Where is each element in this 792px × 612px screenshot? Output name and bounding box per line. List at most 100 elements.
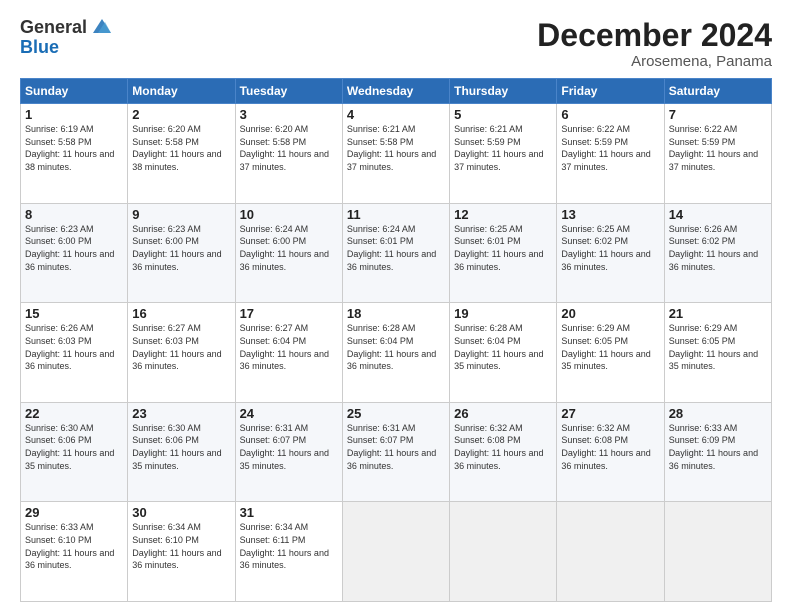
cell-info: Sunrise: 6:34 AM Sunset: 6:11 PM Dayligh… [240, 521, 338, 571]
sunrise-text: Sunrise: 6:20 AM [240, 124, 309, 134]
sunrise-text: Sunrise: 6:33 AM [669, 423, 738, 433]
sunrise-text: Sunrise: 6:27 AM [240, 323, 309, 333]
calendar-week-1: 1 Sunrise: 6:19 AM Sunset: 5:58 PM Dayli… [21, 104, 772, 204]
calendar-cell: 16 Sunrise: 6:27 AM Sunset: 6:03 PM Dayl… [128, 303, 235, 403]
cell-info: Sunrise: 6:24 AM Sunset: 6:00 PM Dayligh… [240, 223, 338, 273]
sunrise-text: Sunrise: 6:32 AM [454, 423, 523, 433]
daylight-text: Daylight: 11 hours and 36 minutes. [347, 249, 436, 272]
sunrise-text: Sunrise: 6:22 AM [669, 124, 738, 134]
daylight-text: Daylight: 11 hours and 35 minutes. [25, 448, 114, 471]
sunrise-text: Sunrise: 6:26 AM [669, 224, 738, 234]
cell-info: Sunrise: 6:27 AM Sunset: 6:03 PM Dayligh… [132, 322, 230, 372]
day-number: 22 [25, 406, 123, 421]
calendar-cell: 4 Sunrise: 6:21 AM Sunset: 5:58 PM Dayli… [342, 104, 449, 204]
sunrise-text: Sunrise: 6:30 AM [25, 423, 94, 433]
col-thursday: Thursday [450, 79, 557, 104]
calendar-cell: 9 Sunrise: 6:23 AM Sunset: 6:00 PM Dayli… [128, 203, 235, 303]
sunset-text: Sunset: 6:04 PM [347, 336, 414, 346]
calendar-cell: 24 Sunrise: 6:31 AM Sunset: 6:07 PM Dayl… [235, 402, 342, 502]
col-wednesday: Wednesday [342, 79, 449, 104]
sunrise-text: Sunrise: 6:27 AM [132, 323, 201, 333]
day-number: 16 [132, 306, 230, 321]
cell-info: Sunrise: 6:28 AM Sunset: 6:04 PM Dayligh… [347, 322, 445, 372]
daylight-text: Daylight: 11 hours and 36 minutes. [132, 349, 221, 372]
day-number: 4 [347, 107, 445, 122]
sunset-text: Sunset: 6:03 PM [25, 336, 92, 346]
sunset-text: Sunset: 5:59 PM [561, 137, 628, 147]
day-number: 27 [561, 406, 659, 421]
daylight-text: Daylight: 11 hours and 38 minutes. [25, 149, 114, 172]
sunrise-text: Sunrise: 6:25 AM [454, 224, 523, 234]
cell-info: Sunrise: 6:30 AM Sunset: 6:06 PM Dayligh… [132, 422, 230, 472]
sunset-text: Sunset: 6:06 PM [25, 435, 92, 445]
day-number: 23 [132, 406, 230, 421]
calendar-cell: 29 Sunrise: 6:33 AM Sunset: 6:10 PM Dayl… [21, 502, 128, 602]
sunset-text: Sunset: 6:00 PM [132, 236, 199, 246]
daylight-text: Daylight: 11 hours and 36 minutes. [347, 349, 436, 372]
sunset-text: Sunset: 6:08 PM [561, 435, 628, 445]
calendar-cell: 8 Sunrise: 6:23 AM Sunset: 6:00 PM Dayli… [21, 203, 128, 303]
logo: General Blue [20, 18, 113, 58]
cell-info: Sunrise: 6:23 AM Sunset: 6:00 PM Dayligh… [132, 223, 230, 273]
logo-icon [91, 15, 113, 37]
col-monday: Monday [128, 79, 235, 104]
cell-info: Sunrise: 6:29 AM Sunset: 6:05 PM Dayligh… [669, 322, 767, 372]
calendar-header-row: Sunday Monday Tuesday Wednesday Thursday… [21, 79, 772, 104]
calendar-cell: 26 Sunrise: 6:32 AM Sunset: 6:08 PM Dayl… [450, 402, 557, 502]
calendar-cell [664, 502, 771, 602]
sunset-text: Sunset: 5:59 PM [454, 137, 521, 147]
cell-info: Sunrise: 6:29 AM Sunset: 6:05 PM Dayligh… [561, 322, 659, 372]
sunset-text: Sunset: 6:02 PM [561, 236, 628, 246]
daylight-text: Daylight: 11 hours and 38 minutes. [132, 149, 221, 172]
sunrise-text: Sunrise: 6:20 AM [132, 124, 201, 134]
sunrise-text: Sunrise: 6:34 AM [132, 522, 201, 532]
calendar-week-4: 22 Sunrise: 6:30 AM Sunset: 6:06 PM Dayl… [21, 402, 772, 502]
calendar-cell: 12 Sunrise: 6:25 AM Sunset: 6:01 PM Dayl… [450, 203, 557, 303]
sunset-text: Sunset: 6:03 PM [132, 336, 199, 346]
sunrise-text: Sunrise: 6:19 AM [25, 124, 94, 134]
daylight-text: Daylight: 11 hours and 35 minutes. [561, 349, 650, 372]
day-number: 7 [669, 107, 767, 122]
day-number: 18 [347, 306, 445, 321]
day-number: 31 [240, 505, 338, 520]
sunrise-text: Sunrise: 6:28 AM [347, 323, 416, 333]
calendar-cell: 31 Sunrise: 6:34 AM Sunset: 6:11 PM Dayl… [235, 502, 342, 602]
sunset-text: Sunset: 6:06 PM [132, 435, 199, 445]
sunrise-text: Sunrise: 6:29 AM [669, 323, 738, 333]
logo-blue: Blue [20, 38, 113, 58]
cell-info: Sunrise: 6:27 AM Sunset: 6:04 PM Dayligh… [240, 322, 338, 372]
calendar-cell: 27 Sunrise: 6:32 AM Sunset: 6:08 PM Dayl… [557, 402, 664, 502]
day-number: 15 [25, 306, 123, 321]
sunrise-text: Sunrise: 6:22 AM [561, 124, 630, 134]
cell-info: Sunrise: 6:22 AM Sunset: 5:59 PM Dayligh… [669, 123, 767, 173]
daylight-text: Daylight: 11 hours and 35 minutes. [240, 448, 329, 471]
daylight-text: Daylight: 11 hours and 35 minutes. [132, 448, 221, 471]
day-number: 17 [240, 306, 338, 321]
daylight-text: Daylight: 11 hours and 36 minutes. [669, 448, 758, 471]
daylight-text: Daylight: 11 hours and 37 minutes. [347, 149, 436, 172]
col-friday: Friday [557, 79, 664, 104]
daylight-text: Daylight: 11 hours and 37 minutes. [240, 149, 329, 172]
col-sunday: Sunday [21, 79, 128, 104]
cell-info: Sunrise: 6:19 AM Sunset: 5:58 PM Dayligh… [25, 123, 123, 173]
calendar-cell: 20 Sunrise: 6:29 AM Sunset: 6:05 PM Dayl… [557, 303, 664, 403]
sunset-text: Sunset: 6:01 PM [347, 236, 414, 246]
daylight-text: Daylight: 11 hours and 36 minutes. [132, 249, 221, 272]
calendar-cell: 14 Sunrise: 6:26 AM Sunset: 6:02 PM Dayl… [664, 203, 771, 303]
sunset-text: Sunset: 6:07 PM [347, 435, 414, 445]
sunrise-text: Sunrise: 6:29 AM [561, 323, 630, 333]
calendar-cell: 2 Sunrise: 6:20 AM Sunset: 5:58 PM Dayli… [128, 104, 235, 204]
daylight-text: Daylight: 11 hours and 36 minutes. [25, 349, 114, 372]
day-number: 5 [454, 107, 552, 122]
calendar-cell [342, 502, 449, 602]
cell-info: Sunrise: 6:33 AM Sunset: 6:10 PM Dayligh… [25, 521, 123, 571]
cell-info: Sunrise: 6:21 AM Sunset: 5:59 PM Dayligh… [454, 123, 552, 173]
daylight-text: Daylight: 11 hours and 35 minutes. [454, 349, 543, 372]
daylight-text: Daylight: 11 hours and 36 minutes. [25, 548, 114, 571]
day-number: 10 [240, 207, 338, 222]
cell-info: Sunrise: 6:20 AM Sunset: 5:58 PM Dayligh… [240, 123, 338, 173]
sunset-text: Sunset: 6:08 PM [454, 435, 521, 445]
day-number: 6 [561, 107, 659, 122]
calendar-cell: 23 Sunrise: 6:30 AM Sunset: 6:06 PM Dayl… [128, 402, 235, 502]
day-number: 2 [132, 107, 230, 122]
